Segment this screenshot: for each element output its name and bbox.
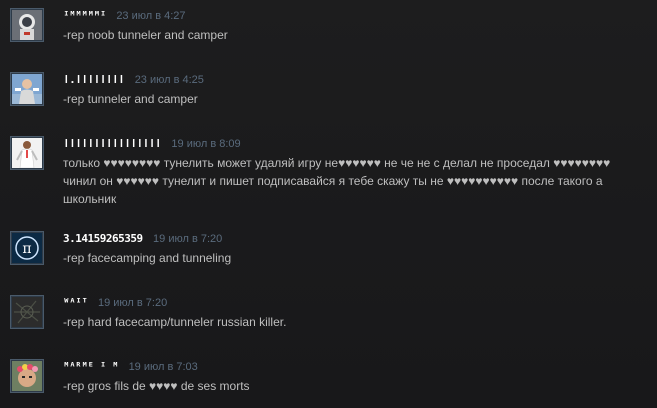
comment-thread: ᴵᴹᴹᴹᴹᴹᴵ 23 июл в 4:27 -rep noob tunneler…: [0, 0, 657, 408]
comment-timestamp[interactable]: 19 июл в 7:20: [153, 231, 222, 247]
comment-text: -rep gros fils de ♥♥♥♥ de ses morts: [63, 379, 250, 393]
astronaut-avatar-icon: [12, 10, 42, 40]
comment-text: -rep hard facecamp/tunneler russian kill…: [63, 315, 287, 329]
comment-author[interactable]: 3.14159265359: [63, 231, 143, 247]
comment-author[interactable]: ǀǀǀǀǀǀǀǀǀǀǀǀǀǀǀǀ: [63, 136, 161, 152]
comment-timestamp[interactable]: 19 июл в 8:09: [171, 136, 240, 152]
author-avatar[interactable]: π: [10, 231, 44, 265]
author-avatar[interactable]: [10, 8, 44, 42]
comment-timestamp[interactable]: 19 июл в 7:20: [98, 295, 167, 311]
author-avatar[interactable]: [10, 295, 44, 329]
comment-timestamp[interactable]: 23 июл в 4:25: [135, 72, 204, 88]
dark-pattern-avatar-icon: [12, 297, 42, 327]
author-avatar[interactable]: [10, 72, 44, 106]
comment-author[interactable]: ᵂᴬᴵᵀ: [63, 295, 88, 311]
comment-author[interactable]: ᴹᴬᴿᴹᴱ ᴵ ᴹ: [63, 359, 119, 375]
comment-author[interactable]: ᴵᴹᴹᴹᴹᴹᴵ: [63, 8, 106, 24]
comment-text: -rep tunneler and camper: [63, 92, 198, 106]
svg-text:π: π: [22, 241, 31, 257]
comment-text: только ♥♥♥♥♥♥♥♥ тунелить может удаляй иг…: [63, 156, 611, 206]
comment-text: -rep facecamping and tunneling: [63, 251, 232, 265]
author-avatar[interactable]: [10, 136, 44, 170]
author-avatar[interactable]: [10, 359, 44, 393]
white-suit-avatar-icon: [12, 138, 42, 168]
comment-timestamp[interactable]: 23 июл в 4:27: [116, 8, 185, 24]
comment-author[interactable]: ǀ.ǀǀǀǀǀǀǀǀ: [63, 72, 125, 88]
flower-crown-avatar-icon: [12, 361, 42, 391]
comment-text: -rep noob tunneler and camper: [63, 28, 228, 42]
pi-avatar-icon: π: [12, 233, 42, 263]
person-sky-avatar-icon: [12, 74, 42, 104]
comment-timestamp[interactable]: 19 июл в 7:03: [129, 359, 198, 375]
